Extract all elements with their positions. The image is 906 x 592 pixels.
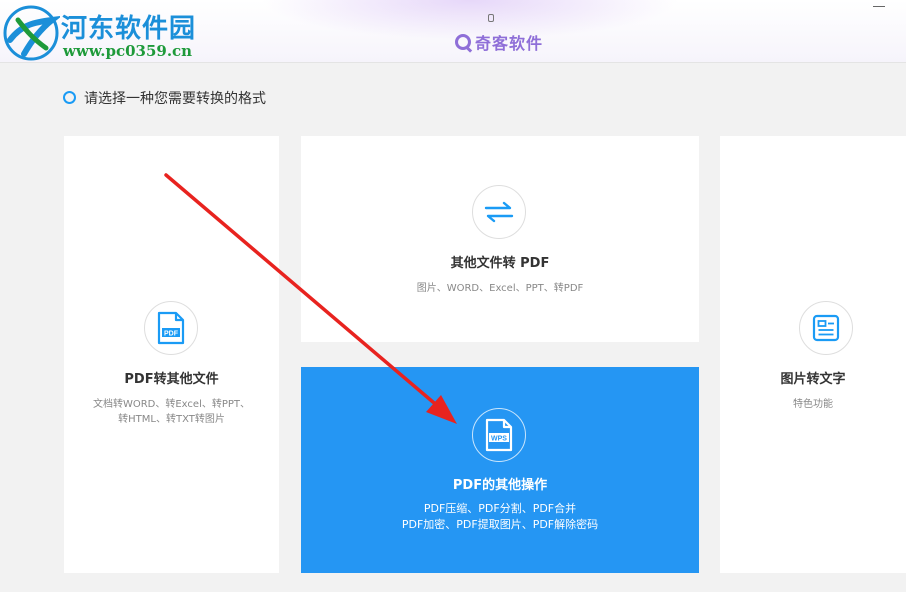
card-other-to-pdf[interactable]: 其他文件转 PDF 图片、WORD、Excel、PPT、转PDF [301, 136, 699, 342]
card-title: 其他文件转 PDF [450, 256, 550, 271]
pdf-file-icon: PDF [144, 301, 198, 355]
minimize-button[interactable] [873, 6, 885, 7]
card-desc: 特色功能 [793, 399, 833, 410]
card-desc-line-2: 转HTML、转TXT转图片 [118, 414, 225, 425]
brand-name: 奇客软件 [475, 34, 544, 53]
prompt-bullet-icon [63, 91, 76, 104]
prompt-heading: 请选择一种您需要转换的格式 [84, 91, 266, 107]
card-desc-line-1: PDF压缩、PDF分割、PDF合并 [423, 502, 577, 515]
card-pdf-ops[interactable]: WPS PDF的其他操作 PDF压缩、PDF分割、PDF合并 PDF加密、PDF… [301, 367, 699, 573]
title-bar: 河东软件园 www.pc0359.cn 奇客软件 [0, 0, 906, 63]
card-desc-line-1: 文档转WORD、转Excel、转PPT、 [92, 399, 251, 410]
swap-arrows-icon [472, 185, 526, 239]
ocr-card-icon [799, 301, 853, 355]
card-pdf-to-other[interactable]: PDF PDF转其他文件 文档转WORD、转Excel、转PPT、 转HTML、… [64, 136, 279, 573]
card-img-to-text[interactable]: 图片转文字 特色功能 [720, 136, 906, 573]
brand-logo-icon [455, 34, 471, 50]
card-title: PDF的其他操作 [452, 478, 548, 493]
watermark-logo-icon [3, 5, 60, 61]
app-brand: 奇客软件 [455, 30, 543, 54]
wps-file-icon: WPS [472, 408, 526, 462]
card-desc-line-2: PDF加密、PDF提取图片、PDF解除密码 [401, 518, 599, 531]
card-title: PDF转其他文件 [124, 372, 219, 387]
dot-icon [488, 14, 494, 22]
svg-text:PDF: PDF [164, 331, 179, 338]
card-title: 图片转文字 [780, 372, 846, 387]
watermark-url: www.pc0359.cn [63, 42, 193, 60]
watermark-name: 河东软件园 [61, 14, 197, 44]
card-desc: 图片、WORD、Excel、PPT、转PDF [416, 283, 584, 294]
svg-text:WPS: WPS [491, 436, 507, 443]
